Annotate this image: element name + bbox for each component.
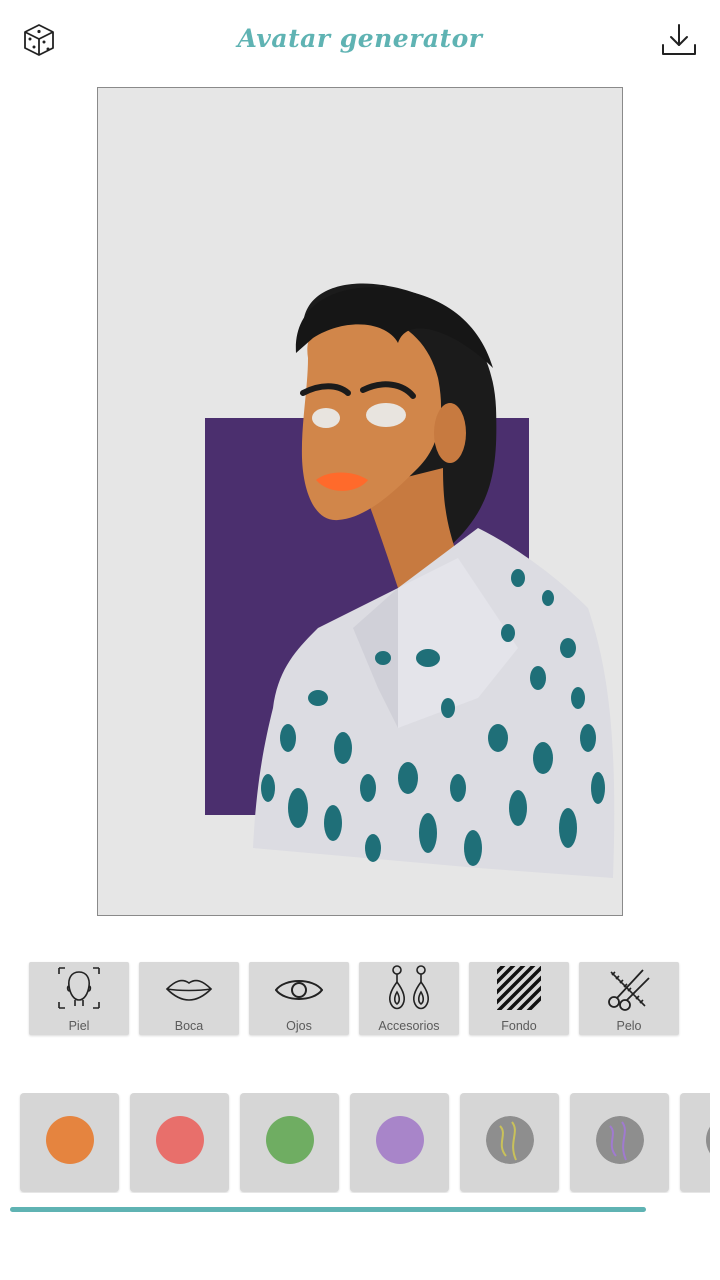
category-label: Boca [174, 1019, 204, 1033]
category-piel[interactable]: Piel [29, 962, 129, 1035]
category-label: Pelo [616, 1019, 642, 1033]
category-ojos[interactable]: Ojos [249, 962, 349, 1035]
color-dot [706, 1116, 710, 1164]
eye-icon [275, 980, 323, 1000]
category-accesorios[interactable]: Accesorios [359, 962, 459, 1035]
color-swatch-list [0, 1093, 710, 1193]
category-label: Fondo [501, 1019, 537, 1033]
swatch-option[interactable] [570, 1093, 669, 1192]
swatch-scrollbar[interactable] [10, 1207, 646, 1212]
swatch-option[interactable] [240, 1093, 339, 1192]
category-fondo[interactable]: Fondo [469, 962, 569, 1035]
scissors-comb-icon [608, 969, 650, 1011]
earrings-icon [389, 965, 429, 1010]
color-dot [46, 1116, 94, 1164]
stripes-icon [497, 966, 541, 1010]
swatch-option[interactable] [460, 1093, 559, 1192]
category-label: Piel [68, 1019, 90, 1033]
avatar-preview [97, 87, 623, 916]
pattern-dot [486, 1116, 534, 1164]
category-label: Accesorios [378, 1019, 440, 1033]
right-eye [366, 403, 406, 427]
app-title: Avatar generator [237, 24, 483, 53]
avatar-illustration [205, 283, 615, 878]
ear [434, 403, 466, 463]
category-pelo[interactable]: Pelo [579, 962, 679, 1035]
color-dot [156, 1116, 204, 1164]
swatch-option[interactable] [680, 1093, 710, 1192]
category-label: Ojos [286, 1019, 312, 1033]
category-toolbar: Piel Boca Ojos Accesorios Fondo Pelo [0, 962, 720, 1036]
color-dot [376, 1116, 424, 1164]
face-icon [58, 967, 100, 1009]
color-dot [266, 1116, 314, 1164]
swatch-option[interactable] [130, 1093, 229, 1192]
app-header: Avatar generator [0, 0, 720, 80]
swatch-option[interactable] [20, 1093, 119, 1192]
swatch-option[interactable] [350, 1093, 449, 1192]
left-eye [312, 408, 340, 428]
download-icon[interactable] [660, 22, 698, 58]
pattern-dot [596, 1116, 644, 1164]
lips-icon [165, 979, 213, 1001]
category-boca[interactable]: Boca [139, 962, 239, 1035]
